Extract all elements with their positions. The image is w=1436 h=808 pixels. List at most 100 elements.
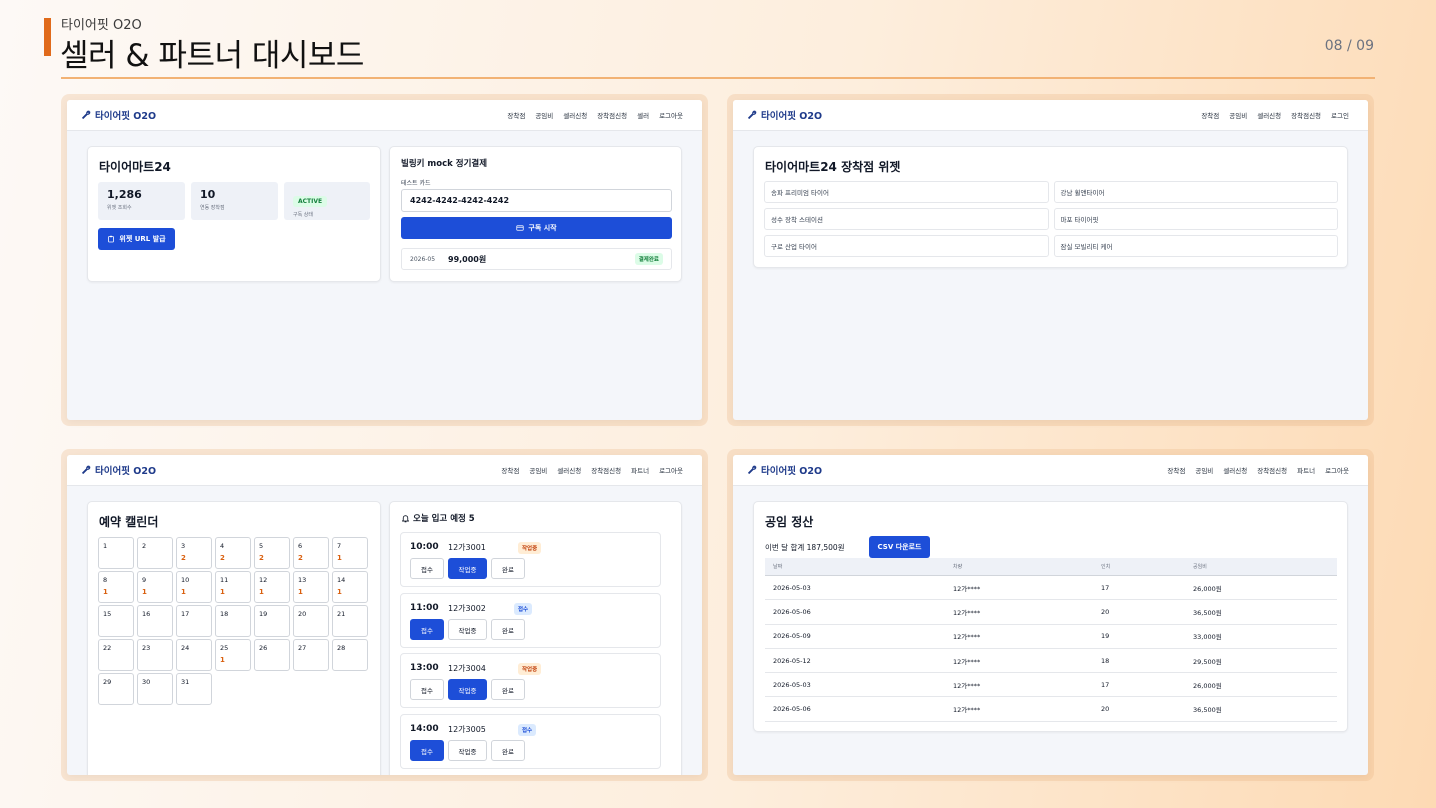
nav-link-seller-apply[interactable]: 셀러신청: [557, 465, 581, 475]
reservation-item: 14:00 12가3005 접수 접수 작업중 완료: [400, 714, 661, 769]
calendar-day[interactable]: 29: [98, 673, 134, 705]
calendar-day[interactable]: 12 1: [254, 571, 290, 603]
nav-link-login[interactable]: 로그인: [1331, 110, 1349, 120]
calendar-day[interactable]: 25 1: [215, 639, 251, 671]
calendar-day[interactable]: 1: [98, 537, 134, 569]
column-header[interactable]: 공임비: [1186, 563, 1337, 570]
calendar-day[interactable]: 91: [137, 571, 173, 603]
calendar-day[interactable]: 27: [293, 639, 329, 671]
in-progress-button[interactable]: 작업중: [448, 679, 487, 700]
calendar-day[interactable]: 81: [98, 571, 134, 603]
brand-logo[interactable]: 타이어핏 O2O: [81, 463, 156, 477]
calendar-day[interactable]: 15: [98, 605, 134, 637]
receive-button[interactable]: 접수: [410, 679, 444, 700]
calendar-day[interactable]: 14 1: [332, 571, 368, 603]
nav-link-labor-cost[interactable]: 공임비: [535, 110, 553, 120]
in-progress-button[interactable]: 작업중: [448, 558, 487, 579]
calendar-day[interactable]: 21: [332, 605, 368, 637]
nav-link-logout[interactable]: 로그아웃: [1325, 465, 1349, 475]
nav-links: 장착점 공임비 셀러신청 장착점신청 셀러 로그아웃: [507, 110, 683, 120]
nav-link-logout[interactable]: 로그아웃: [659, 110, 683, 120]
nav-link-shops[interactable]: 장착점: [501, 465, 519, 475]
nav-link-seller-apply[interactable]: 셀러신청: [563, 110, 587, 120]
calendar-day[interactable]: 20: [293, 605, 329, 637]
calendar-day[interactable]: 62: [293, 537, 329, 569]
calendar-day[interactable]: 24: [176, 639, 212, 671]
day-number: 5: [259, 542, 264, 550]
brand-logo[interactable]: 타이어핏 O2O: [747, 463, 822, 477]
calendar-day[interactable]: 71: [332, 537, 368, 569]
reservation-count: 1: [259, 588, 264, 596]
shop-item[interactable]: 잠실 모빌리티 케어: [1053, 235, 1338, 257]
seller-name: 타이어마트24: [99, 160, 171, 174]
calendar-day[interactable]: 18: [215, 605, 251, 637]
nav-link-shop-apply[interactable]: 장착점신청: [597, 110, 627, 120]
column-header[interactable]: 인치: [1094, 563, 1186, 570]
nav-link-seller-apply[interactable]: 셀러신청: [1223, 465, 1247, 475]
shop-item[interactable]: 구로 산업 타이어: [764, 235, 1049, 257]
nav-link-labor-cost[interactable]: 공임비: [529, 465, 547, 475]
calendar-day[interactable]: 19: [254, 605, 290, 637]
status-badge: 작업중: [518, 542, 542, 554]
status-actions: 접수 작업중 완료: [410, 619, 525, 640]
nav-link-shop-apply[interactable]: 장착점신청: [1257, 465, 1287, 475]
receive-button[interactable]: 접수: [410, 619, 444, 640]
settlement-table: 날짜 차량 인치 공임비 2026-05-03 12가**** 17 26,000원 2…: [765, 558, 1337, 722]
calendar-day[interactable]: 26: [254, 639, 290, 671]
nav-link-seller[interactable]: 셀러: [637, 110, 649, 120]
brand-logo[interactable]: 타이어핏 O2O: [81, 108, 156, 122]
nav-link-shop-apply[interactable]: 장착점신청: [591, 465, 621, 475]
nav-links: 장착점 공임비 셀러신청 장착점신청 파트너 로그아웃: [501, 465, 683, 475]
calendar-day[interactable]: 23: [137, 639, 173, 671]
receive-button[interactable]: 접수: [410, 558, 444, 579]
in-progress-button[interactable]: 작업중: [448, 740, 487, 761]
complete-button[interactable]: 완료: [491, 619, 525, 640]
calendar-day[interactable]: 11 1: [215, 571, 251, 603]
column-header[interactable]: 날짜: [765, 563, 946, 570]
nav-link-shops[interactable]: 장착점: [507, 110, 525, 120]
issue-widget-url-button[interactable]: 위젯 URL 발급: [98, 228, 175, 250]
complete-button[interactable]: 완료: [491, 740, 525, 761]
nav-link-seller-apply[interactable]: 셀러신청: [1257, 110, 1281, 120]
calendar-day[interactable]: 2: [137, 537, 173, 569]
calendar-day[interactable]: 17: [176, 605, 212, 637]
button-label: 위젯 URL 발급: [119, 235, 166, 243]
day-number: 22: [103, 644, 112, 652]
start-subscription-button[interactable]: 구독 시작: [401, 217, 672, 239]
settlement-card: 공임 정산 이번 달 합계 187,500원 CSV 다운로드 날짜 차량 인치…: [753, 501, 1348, 732]
day-number: 7: [337, 542, 342, 550]
calendar-day[interactable]: 31: [176, 673, 212, 705]
shop-item[interactable]: 성수 장착 스테이션: [764, 208, 1049, 230]
top-nav: 타이어핏 O2O 장착점 공임비 셀러신청 장착점신청 파트너 로그아웃: [733, 455, 1368, 486]
calendar-day[interactable]: 10 1: [176, 571, 212, 603]
reservation-count: 1: [220, 656, 225, 664]
calendar-day[interactable]: 30: [137, 673, 173, 705]
csv-download-button[interactable]: CSV 다운로드: [869, 536, 930, 558]
in-progress-button[interactable]: 작업중: [448, 619, 487, 640]
calendar-day[interactable]: 42: [215, 537, 251, 569]
nav-link-labor-cost[interactable]: 공임비: [1195, 465, 1213, 475]
calendar-day[interactable]: 52: [254, 537, 290, 569]
nav-link-shops[interactable]: 장착점: [1201, 110, 1219, 120]
calendar-day[interactable]: 22: [98, 639, 134, 671]
payment-month: 2026-05: [410, 255, 436, 263]
complete-button[interactable]: 완료: [491, 558, 525, 579]
complete-button[interactable]: 완료: [491, 679, 525, 700]
column-header[interactable]: 차량: [946, 563, 1094, 570]
nav-link-partner[interactable]: 파트너: [631, 465, 649, 475]
shop-item[interactable]: 마포 타이어핏: [1053, 208, 1338, 230]
nav-link-partner[interactable]: 파트너: [1297, 465, 1315, 475]
calendar-day[interactable]: 16: [137, 605, 173, 637]
receive-button[interactable]: 접수: [410, 740, 444, 761]
brand-logo[interactable]: 타이어핏 O2O: [747, 108, 822, 122]
nav-link-shops[interactable]: 장착점: [1167, 465, 1185, 475]
calendar-day[interactable]: 32: [176, 537, 212, 569]
shop-item[interactable]: 송파 프리미엄 타이어: [764, 181, 1049, 203]
calendar-day[interactable]: 13 1: [293, 571, 329, 603]
nav-link-labor-cost[interactable]: 공임비: [1229, 110, 1247, 120]
card-number-input[interactable]: 4242-4242-4242-4242: [401, 189, 672, 212]
nav-link-logout[interactable]: 로그아웃: [659, 465, 683, 475]
shop-item[interactable]: 강남 휠앤타이어: [1053, 181, 1338, 203]
nav-link-shop-apply[interactable]: 장착점신청: [1291, 110, 1321, 120]
calendar-day[interactable]: 28: [332, 639, 368, 671]
